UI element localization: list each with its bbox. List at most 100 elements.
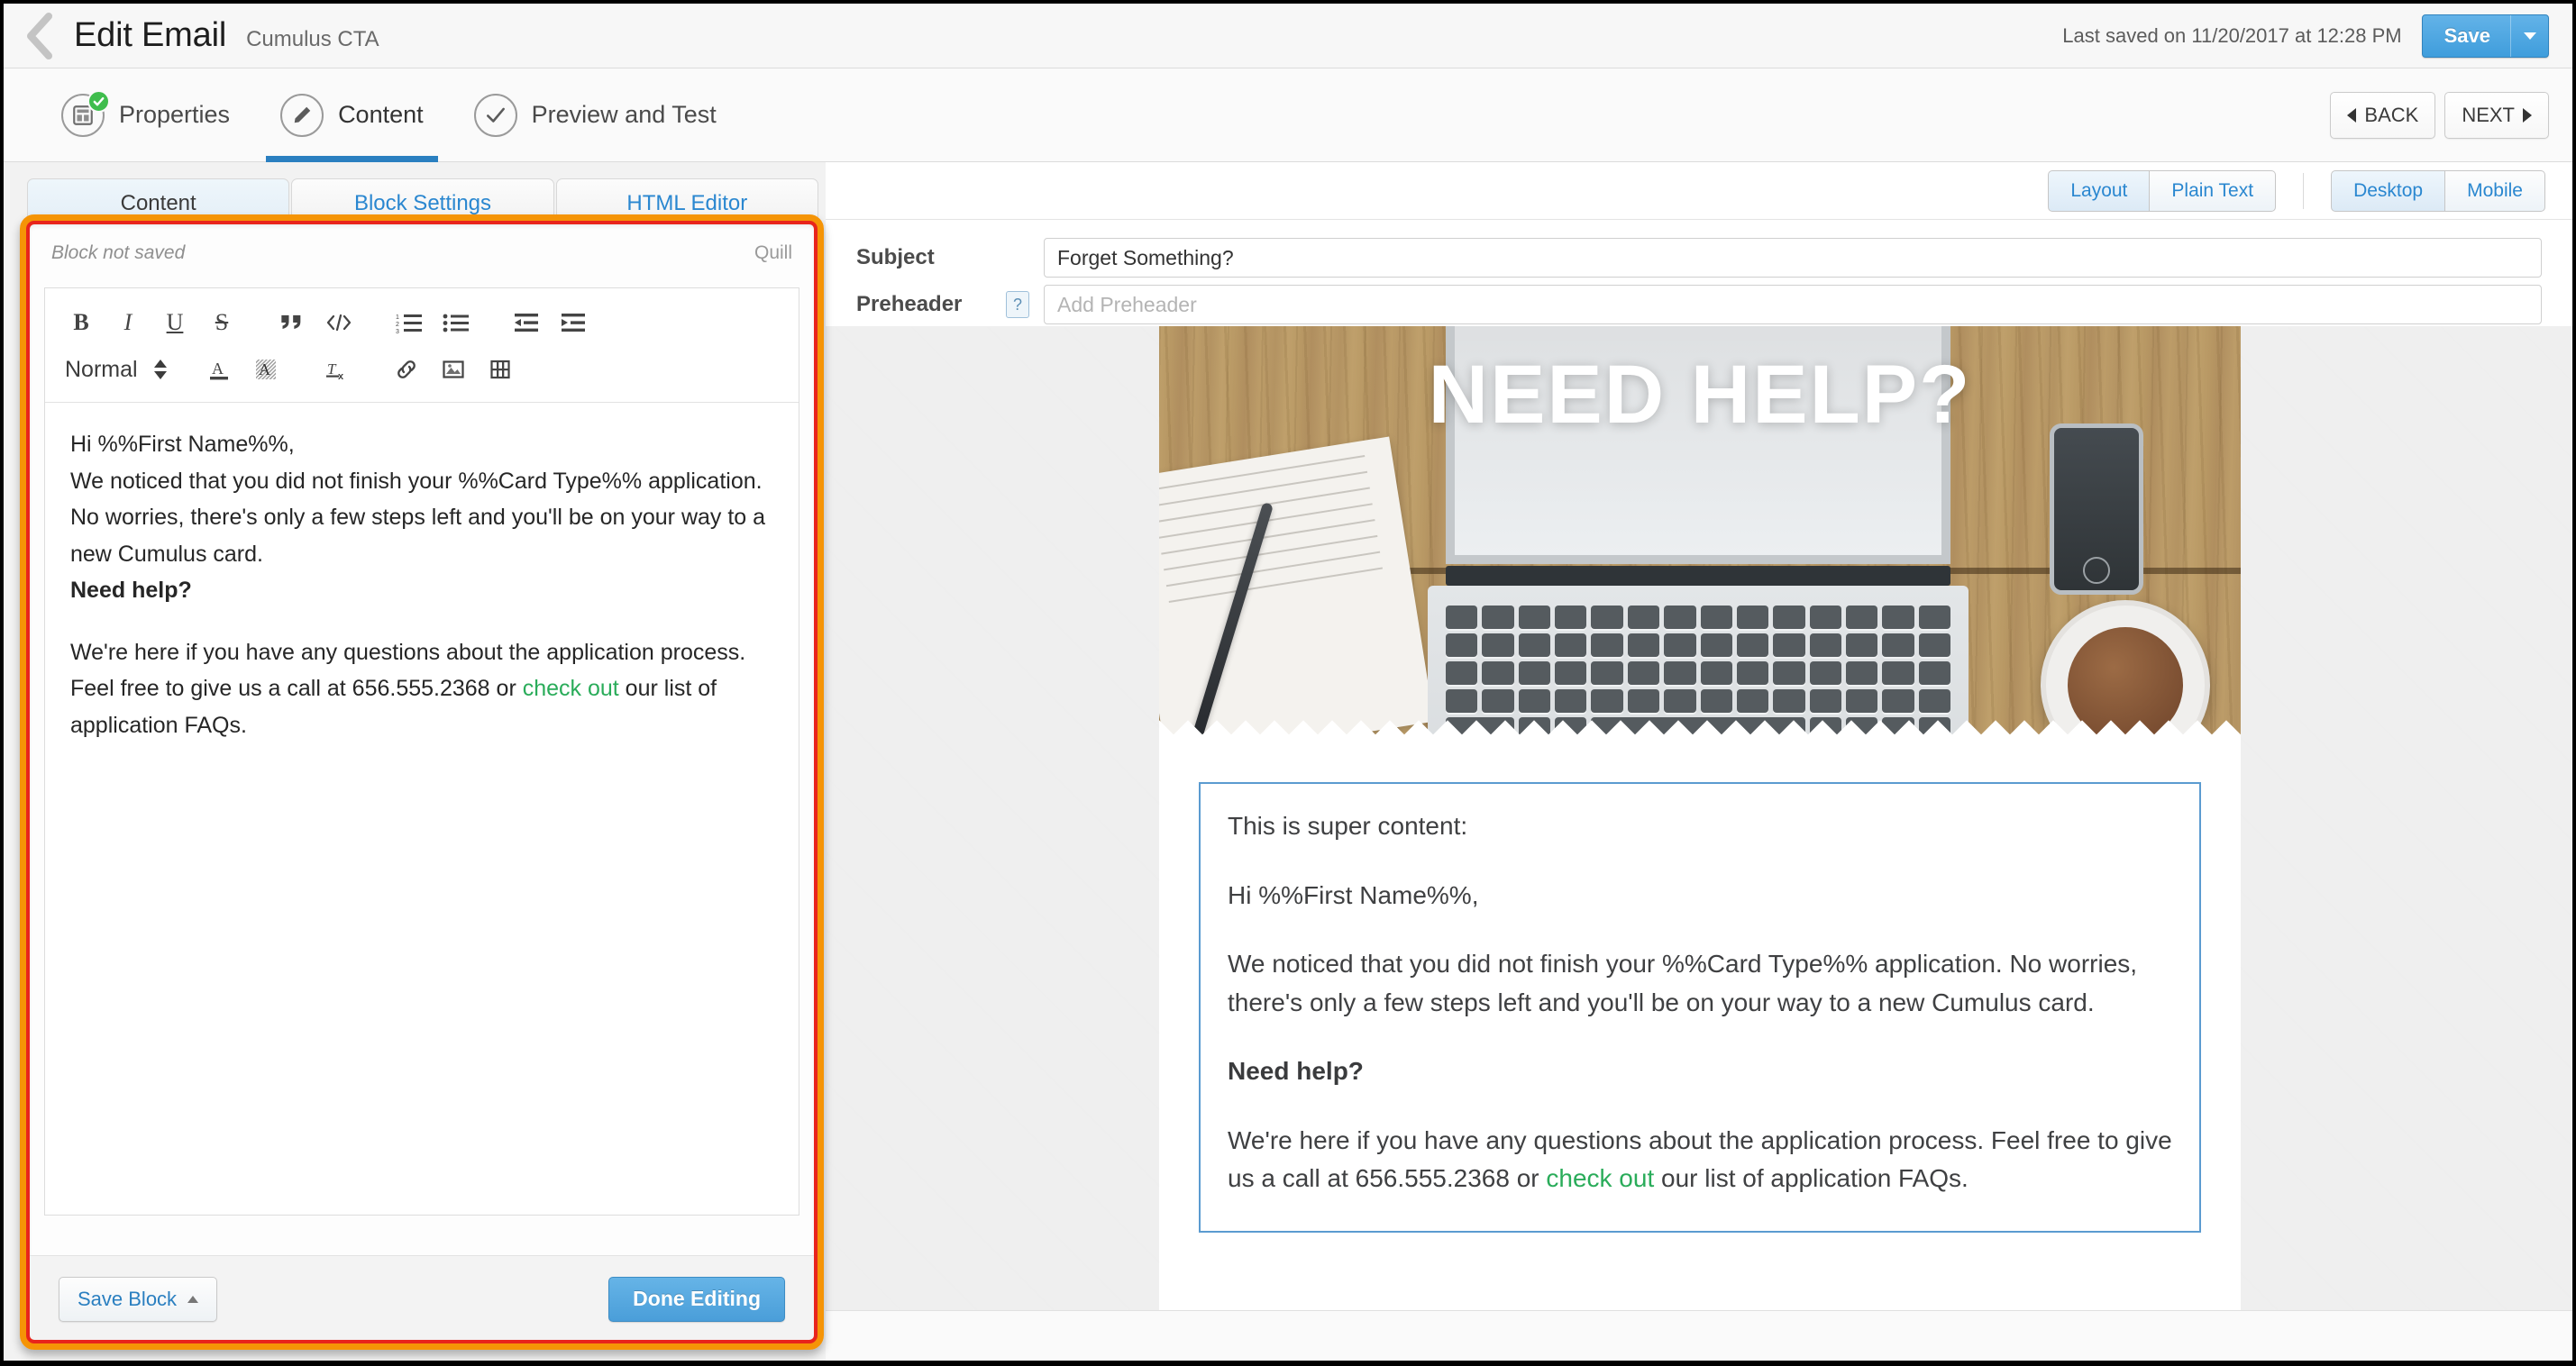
outdent-icon[interactable]: [503, 302, 550, 343]
ordered-list-icon[interactable]: 1 2 3: [386, 302, 433, 343]
italic-icon[interactable]: I: [105, 302, 151, 343]
preheader-input[interactable]: [1044, 285, 2542, 324]
mobile-view-button[interactable]: Mobile: [2445, 169, 2545, 212]
email-paragraph-2-after: our list of application FAQs.: [1654, 1164, 1969, 1193]
svg-text:x: x: [338, 371, 344, 382]
save-button-group[interactable]: Save: [2421, 14, 2549, 58]
code-icon[interactable]: [315, 302, 362, 343]
last-saved-label: Last saved on 11/20/2017 at 12:28 PM: [2062, 23, 2402, 47]
hero-title: NEED HELP?: [1428, 349, 1972, 441]
step-label: Content: [338, 101, 424, 128]
triangle-right-icon: [2523, 107, 2532, 123]
subject-label: Subject: [856, 245, 935, 269]
top-header-bar: Edit Email Cumulus CTA Last saved on 11/…: [4, 4, 2572, 68]
save-button[interactable]: Save: [2423, 15, 2510, 57]
mobile-view-label: Mobile: [2467, 179, 2523, 201]
rte-toolbar-row-2: Normal A A T x: [58, 346, 786, 393]
rte-content-area[interactable]: Hi %%First Name%%, We noticed that you d…: [45, 403, 799, 761]
editor-card: Block not saved Quill B I U S 1 2 3 Norm…: [27, 222, 817, 1343]
selected-content-block[interactable]: This is super content: Hi %%First Name%%…: [1199, 782, 2201, 1233]
clear-format-icon[interactable]: T x: [313, 349, 360, 390]
rte-greeting: Hi %%First Name%%,: [70, 432, 295, 457]
preview-bottom-strip: [826, 1310, 2572, 1361]
bullet-list-icon[interactable]: [433, 302, 480, 343]
underline-icon[interactable]: U: [151, 302, 198, 343]
email-name-label: Cumulus CTA: [246, 26, 379, 51]
caret-up-icon: [187, 1295, 199, 1303]
next-button[interactable]: NEXT: [2444, 91, 2549, 139]
block-status-label: Block not saved: [51, 242, 186, 263]
preview-stage: NEED HELP? This is super content: Hi %%F…: [826, 326, 2572, 1310]
toolbar-divider: [2303, 172, 2305, 209]
smartphone-prop: [2050, 423, 2143, 595]
step-content[interactable]: Content: [255, 68, 449, 162]
email-canvas: NEED HELP? This is super content: Hi %%F…: [1159, 326, 2241, 1310]
svg-text:1: 1: [396, 314, 399, 321]
page-title: Edit Email: [74, 16, 227, 54]
hero-image: NEED HELP?: [1159, 326, 2241, 741]
strikethrough-icon[interactable]: S: [198, 302, 245, 343]
save-block-label: Save Block: [78, 1287, 178, 1310]
step-preview-and-test[interactable]: Preview and Test: [449, 68, 742, 162]
subject-input[interactable]: [1044, 238, 2542, 278]
next-button-label: NEXT: [2462, 103, 2515, 126]
back-button-label: BACK: [2364, 103, 2419, 126]
step-properties[interactable]: Properties: [36, 68, 255, 162]
rte-inline-link[interactable]: check out: [523, 676, 619, 701]
preheader-label: Preheader: [856, 292, 963, 316]
email-inline-link[interactable]: check out: [1546, 1164, 1654, 1192]
email-heading-text: Need help?: [1228, 1057, 1364, 1086]
tab-content[interactable]: Content: [27, 178, 290, 227]
desktop-view-button[interactable]: Desktop: [2331, 169, 2446, 212]
bold-icon[interactable]: B: [58, 302, 105, 343]
tab-label: Content: [120, 190, 196, 215]
step-complete-check-icon: [87, 89, 110, 113]
back-button[interactable]: BACK: [2330, 91, 2436, 139]
question-mark-icon[interactable]: ?: [1006, 291, 1029, 318]
email-paragraph-2: We're here if you have any questions abo…: [1228, 1122, 2172, 1198]
save-dropdown-toggle[interactable]: [2510, 14, 2548, 57]
background-color-icon[interactable]: A: [242, 349, 289, 390]
rich-text-editor: B I U S 1 2 3 Normal A A T x Hi %%First …: [44, 287, 799, 1216]
email-intro: This is super content:: [1228, 812, 1468, 840]
done-editing-label: Done Editing: [633, 1287, 761, 1310]
properties-icon: [61, 89, 110, 137]
rte-heading: Need help?: [70, 572, 773, 609]
email-preview-panel: Layout Plain Text Desktop Mobile Subject…: [826, 162, 2572, 1361]
format-select[interactable]: Normal: [58, 349, 172, 390]
step-label: Properties: [119, 101, 231, 128]
video-icon[interactable]: [477, 349, 524, 390]
indent-icon[interactable]: [550, 302, 597, 343]
preheader-row: Preheader ?: [856, 281, 2542, 328]
tab-label: Block Settings: [353, 190, 492, 215]
triangle-left-icon: [2347, 107, 2357, 123]
zigzag-edge: [1159, 712, 2241, 741]
image-icon[interactable]: [430, 349, 477, 390]
link-icon[interactable]: [383, 349, 430, 390]
layout-view-button[interactable]: Layout: [2048, 169, 2151, 212]
editor-tab-bar: Content Block Settings HTML Editor: [27, 175, 820, 227]
tab-block-settings[interactable]: Block Settings: [291, 178, 554, 227]
blockquote-icon[interactable]: [269, 302, 315, 343]
svg-text:2: 2: [396, 322, 399, 328]
rte-paragraph-2: We're here if you have any questions abo…: [70, 634, 773, 744]
preview-toolbar: Layout Plain Text Desktop Mobile: [826, 162, 2572, 220]
text-color-icon[interactable]: A: [196, 349, 242, 390]
desktop-view-label: Desktop: [2353, 179, 2424, 201]
rte-paragraph-1: We noticed that you did not finish your …: [70, 468, 766, 567]
notepad-prop: [1159, 436, 1435, 741]
laptop-hinge: [1446, 566, 1950, 586]
svg-text:T: T: [327, 360, 337, 378]
subject-row: Subject: [856, 234, 2542, 281]
done-editing-button[interactable]: Done Editing: [608, 1276, 785, 1322]
plain-text-view-button[interactable]: Plain Text: [2150, 169, 2277, 212]
rte-heading-text: Need help?: [70, 578, 192, 603]
email-greeting: Hi %%First Name%%,: [1228, 880, 1479, 909]
tab-html-editor[interactable]: HTML Editor: [555, 178, 818, 227]
step-navigation-bar: Properties Content Preview and Test BACK: [4, 68, 2572, 162]
tab-label: HTML Editor: [626, 190, 748, 215]
save-block-button[interactable]: Save Block: [59, 1276, 218, 1322]
back-chevron-icon[interactable]: [4, 4, 74, 68]
main-content-area: Content Block Settings HTML Editor Block…: [4, 162, 2572, 1361]
format-select-value: Normal: [65, 356, 138, 382]
